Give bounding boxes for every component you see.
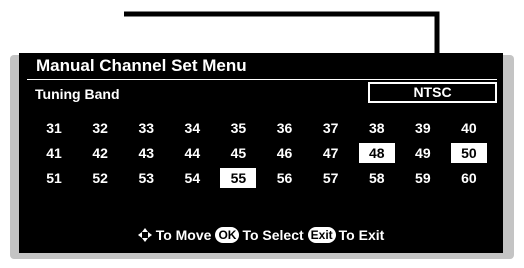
- channel-number: 52: [92, 169, 108, 186]
- channel-cell-selected[interactable]: 48: [354, 140, 400, 165]
- channel-number: 48: [358, 142, 395, 163]
- select-label: To Select: [242, 227, 304, 243]
- channel-cell[interactable]: 35: [215, 115, 261, 140]
- tuning-band-label: Tuning Band: [35, 86, 120, 102]
- channel-number: 46: [276, 144, 293, 161]
- channel-cell[interactable]: 53: [123, 165, 169, 190]
- channel-number: 35: [230, 119, 247, 136]
- channel-number: 60: [461, 169, 477, 186]
- channel-cell[interactable]: 47: [308, 140, 354, 165]
- channel-cell[interactable]: 40: [446, 115, 492, 140]
- tuning-band-value[interactable]: NTSC: [368, 82, 497, 103]
- move-label: To Move: [155, 227, 212, 243]
- channel-cell[interactable]: 38: [354, 115, 400, 140]
- channel-number: 50: [450, 142, 487, 163]
- channel-number: 42: [92, 144, 108, 161]
- channel-number: 38: [368, 119, 385, 136]
- channel-number: 51: [46, 169, 62, 186]
- channel-number: 58: [368, 169, 385, 186]
- channel-cell[interactable]: 51: [31, 165, 77, 190]
- channel-cell[interactable]: 60: [446, 165, 492, 190]
- control-legend: To Move OK To Select Exit To Exit: [19, 227, 503, 243]
- channel-number: 44: [184, 144, 201, 161]
- channel-number: 41: [46, 144, 62, 161]
- channel-number: 56: [276, 169, 293, 186]
- channel-cell-selected[interactable]: 50: [446, 140, 492, 165]
- channel-number: 43: [138, 144, 155, 161]
- channel-number: 53: [138, 169, 155, 186]
- channel-cell[interactable]: 57: [308, 165, 354, 190]
- channel-cell[interactable]: 54: [169, 165, 215, 190]
- channel-number: 59: [415, 169, 431, 186]
- channel-number: 32: [92, 119, 108, 136]
- channel-cell[interactable]: 56: [261, 165, 307, 190]
- channel-cell[interactable]: 49: [400, 140, 446, 165]
- channel-number: 33: [138, 119, 155, 136]
- channel-cell[interactable]: 46: [261, 140, 307, 165]
- channel-cell[interactable]: 36: [261, 115, 307, 140]
- channel-cell[interactable]: 32: [77, 115, 123, 140]
- channel-number: 57: [322, 169, 339, 186]
- channel-number: 34: [184, 119, 201, 136]
- ok-key-icon: OK: [215, 227, 240, 243]
- title-divider: [27, 79, 497, 80]
- four-way-arrow-icon: [137, 228, 152, 242]
- channel-cell[interactable]: 45: [215, 140, 261, 165]
- channel-cell[interactable]: 59: [400, 165, 446, 190]
- channel-cell[interactable]: 52: [77, 165, 123, 190]
- channel-cell[interactable]: 58: [354, 165, 400, 190]
- channel-cell[interactable]: 33: [123, 115, 169, 140]
- channel-number: 40: [461, 119, 477, 136]
- channel-cell[interactable]: 44: [169, 140, 215, 165]
- channel-number: 37: [322, 119, 339, 136]
- manual-channel-set-menu: Manual Channel Set Menu Tuning Band NTSC…: [19, 53, 503, 253]
- channel-cell[interactable]: 43: [123, 140, 169, 165]
- channel-number: 45: [230, 144, 247, 161]
- channel-cell[interactable]: 34: [169, 115, 215, 140]
- channel-grid: 31 32 33 34 35 36 37 38 39 40 41 42 43 44 45 46 47 48 49 50…: [31, 115, 492, 190]
- channel-number: 36: [276, 119, 293, 136]
- menu-title: Manual Channel Set Menu: [36, 56, 247, 75]
- exit-key-icon: Exit: [307, 227, 336, 243]
- exit-label: To Exit: [338, 227, 385, 243]
- channel-number: 47: [322, 144, 339, 161]
- channel-number: 39: [415, 119, 431, 136]
- channel-cell[interactable]: 39: [400, 115, 446, 140]
- channel-cell-selected[interactable]: 55: [215, 165, 261, 190]
- channel-cell[interactable]: 42: [77, 140, 123, 165]
- channel-cell[interactable]: 37: [308, 115, 354, 140]
- channel-number: 31: [46, 119, 62, 136]
- channel-cell[interactable]: 31: [31, 115, 77, 140]
- channel-number: 55: [220, 167, 257, 188]
- channel-number: 54: [184, 169, 201, 186]
- channel-cell[interactable]: 41: [31, 140, 77, 165]
- channel-number: 49: [415, 144, 431, 161]
